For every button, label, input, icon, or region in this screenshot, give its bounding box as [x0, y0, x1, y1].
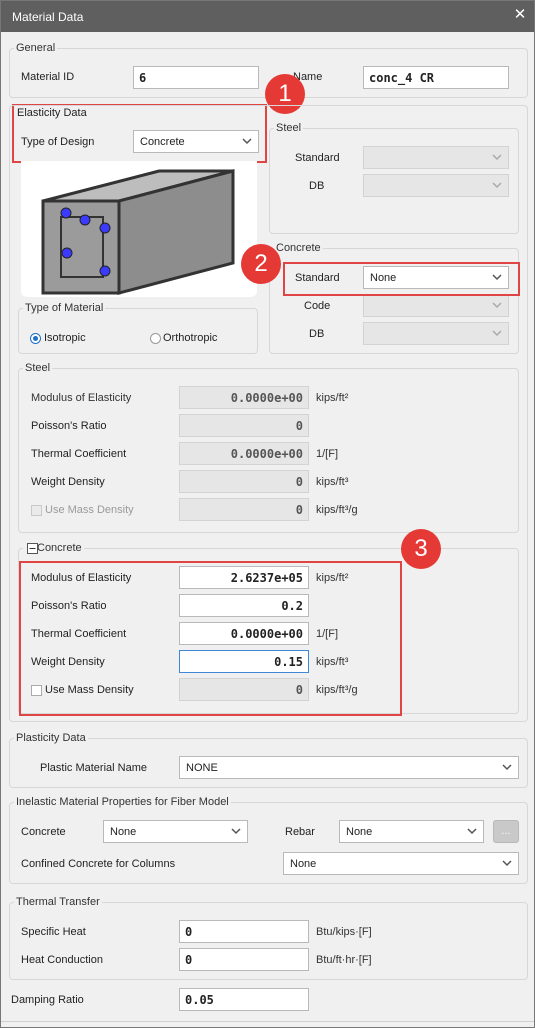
steel-mass-density-checkbox[interactable] [31, 505, 42, 516]
steel-props-legend: Steel [23, 362, 53, 374]
thermal-legend: Thermal Transfer [14, 896, 102, 908]
chevron-down-icon [502, 860, 512, 867]
specific-heat-label: Specific Heat [21, 926, 86, 938]
confined-concrete-value: None [290, 858, 317, 870]
specific-heat-input[interactable]: 0 [179, 920, 309, 943]
chevron-down-icon [467, 828, 477, 835]
steel-poisson-input[interactable]: 0 [179, 414, 309, 437]
annotation-badge-3: 3 [401, 529, 441, 569]
general-legend: General [14, 42, 58, 54]
plastic-material-value: NONE [186, 762, 218, 774]
annotation-box-3 [19, 561, 402, 716]
inelastic-concrete-value: None [110, 826, 137, 838]
steel-mass-density-unit: kips/ft³/g [316, 504, 358, 516]
bottom-divider [1, 1021, 534, 1022]
steel-thermal-label: Thermal Coefficient [31, 448, 127, 460]
steel-weight-input[interactable]: 0 [179, 470, 309, 493]
rebar-browse-button[interactable]: ... [493, 820, 519, 843]
rebar-select[interactable]: None [339, 820, 484, 843]
steel-modulus-label: Modulus of Elasticity [31, 392, 132, 404]
chevron-down-icon [502, 764, 512, 771]
inelastic-concrete-select[interactable]: None [103, 820, 248, 843]
steel-weight-unit: kips/ft³ [316, 476, 349, 488]
heat-conduction-unit: Btu/ft·hr·[F] [316, 954, 372, 966]
steel-poisson-label: Poisson's Ratio [31, 420, 107, 432]
chevron-down-icon [231, 828, 241, 835]
title-bar: Material Data ✕ [1, 1, 534, 32]
heat-conduction-input[interactable]: 0 [179, 948, 309, 971]
collapse-icon[interactable] [27, 543, 38, 554]
rebar-label: Rebar [285, 826, 315, 838]
inelastic-concrete-label: Concrete [21, 826, 66, 838]
steel-thermal-input[interactable]: 0.0000e+00 [179, 442, 309, 465]
material-id-label: Material ID [21, 71, 75, 83]
plasticity-legend: Plasticity Data [14, 732, 88, 744]
heat-conduction-label: Heat Conduction [21, 954, 103, 966]
steel-thermal-unit: 1/[F] [316, 448, 339, 460]
confined-concrete-select[interactable]: None [283, 852, 519, 875]
damping-ratio-input[interactable]: 0.05 [179, 988, 309, 1011]
steel-mass-density-label: Use Mass Density [45, 504, 134, 516]
plastic-material-label: Plastic Material Name [40, 762, 147, 774]
inelastic-legend: Inelastic Material Properties for Fiber … [14, 796, 231, 808]
steel-modulus-unit: kips/ft² [316, 392, 349, 404]
close-icon[interactable]: ✕ [511, 6, 529, 24]
steel-weight-label: Weight Density [31, 476, 105, 488]
steel-modulus-input[interactable]: 0.0000e+00 [179, 386, 309, 409]
material-data-dialog: Material Data ✕ General Material ID 6 Na… [0, 0, 535, 1028]
rebar-value: None [346, 826, 373, 838]
steel-mass-density-input[interactable]: 0 [179, 498, 309, 521]
specific-heat-unit: Btu/kips·[F] [316, 926, 372, 938]
plastic-material-select[interactable]: NONE [179, 756, 519, 779]
material-id-input[interactable]: 6 [133, 66, 259, 89]
window-title: Material Data [12, 10, 84, 24]
name-input[interactable]: conc_4 CR [363, 66, 509, 89]
damping-ratio-label: Damping Ratio [11, 994, 84, 1006]
confined-concrete-label: Confined Concrete for Columns [21, 858, 176, 870]
